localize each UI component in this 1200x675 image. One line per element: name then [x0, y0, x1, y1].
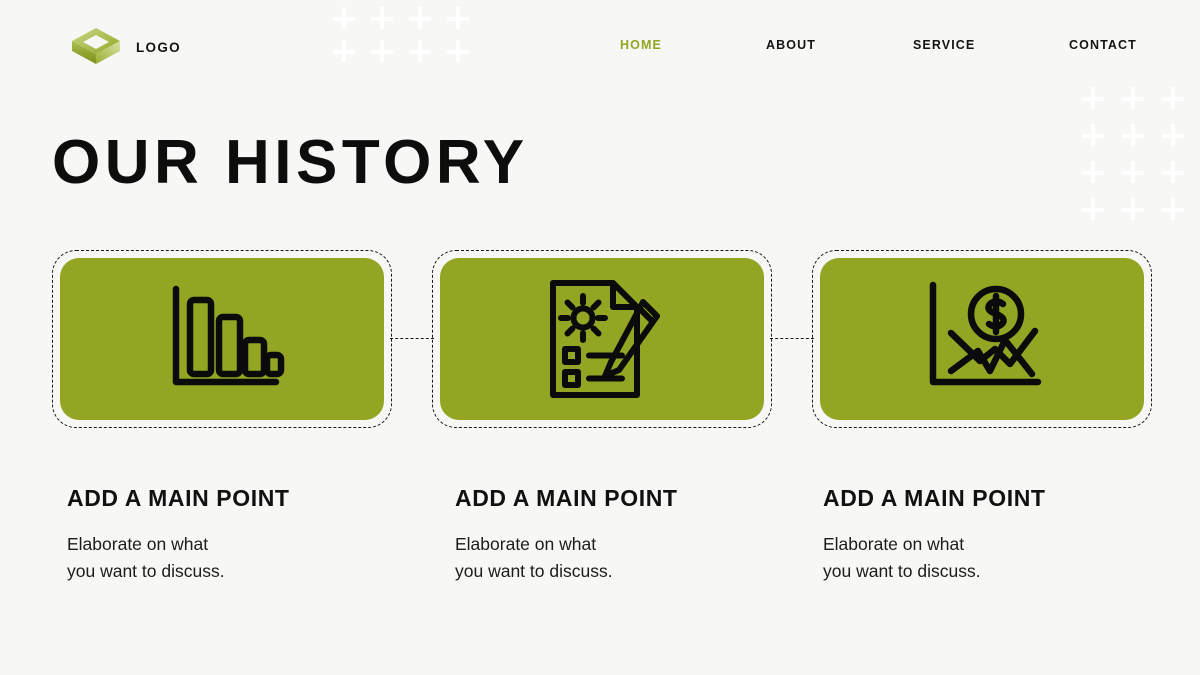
plus-icon [1114, 119, 1152, 152]
nav-item-about[interactable]: ABOUT [766, 38, 816, 52]
plus-icon [1154, 156, 1192, 189]
financial-dollar-chart-icon [929, 281, 1042, 386]
right-plus-decor-grid [1074, 82, 1194, 230]
history-card-1[interactable] [52, 250, 392, 428]
history-card-2[interactable] [432, 250, 772, 428]
nav-item-contact[interactable]: CONTACT [1069, 38, 1137, 52]
nav-item-service[interactable]: SERVICE [913, 38, 975, 52]
isometric-cube-logo-icon [72, 28, 120, 64]
caption-body: Elaborate on what you want to discuss. [67, 534, 225, 581]
card-connector-line [390, 338, 434, 339]
card-surface [60, 258, 384, 420]
caption-block-2: ADD A MAIN POINT Elaborate on what you w… [455, 485, 815, 585]
logo-text: LOGO [136, 39, 181, 55]
card-connector-line [770, 338, 814, 339]
plus-icon [1114, 193, 1152, 226]
caption-title: ADD A MAIN POINT [67, 485, 290, 511]
card-surface [820, 258, 1144, 420]
caption-block-3: ADD A MAIN POINT Elaborate on what you w… [823, 485, 1183, 585]
plus-icon [1154, 119, 1192, 152]
brand-logo[interactable]: LOGO [70, 24, 181, 70]
slide-canvas: LOGO HOME ABOUT SERVICE CONTACT OUR HIST… [0, 0, 1200, 675]
page-title: OUR HISTORY [52, 128, 529, 197]
plus-icon [1074, 193, 1112, 226]
site-header: LOGO HOME ABOUT SERVICE CONTACT [0, 0, 1200, 92]
caption-title: ADD A MAIN POINT [823, 485, 1046, 511]
card-surface [440, 258, 764, 420]
caption-body: Elaborate on what you want to discuss. [823, 534, 981, 581]
caption-title: ADD A MAIN POINT [455, 485, 678, 511]
caption-body: Elaborate on what you want to discuss. [455, 534, 613, 581]
nav-item-home[interactable]: HOME [620, 38, 662, 52]
history-cards-row [0, 250, 1200, 428]
plus-icon [1074, 119, 1112, 152]
plus-icon [1154, 193, 1192, 226]
descending-bar-chart-icon [172, 285, 285, 386]
plus-icon [1074, 156, 1112, 189]
document-gear-pencil-icon [550, 280, 660, 398]
plus-icon [1114, 156, 1152, 189]
history-card-3[interactable] [812, 250, 1152, 428]
caption-block-1: ADD A MAIN POINT Elaborate on what you w… [67, 485, 427, 585]
